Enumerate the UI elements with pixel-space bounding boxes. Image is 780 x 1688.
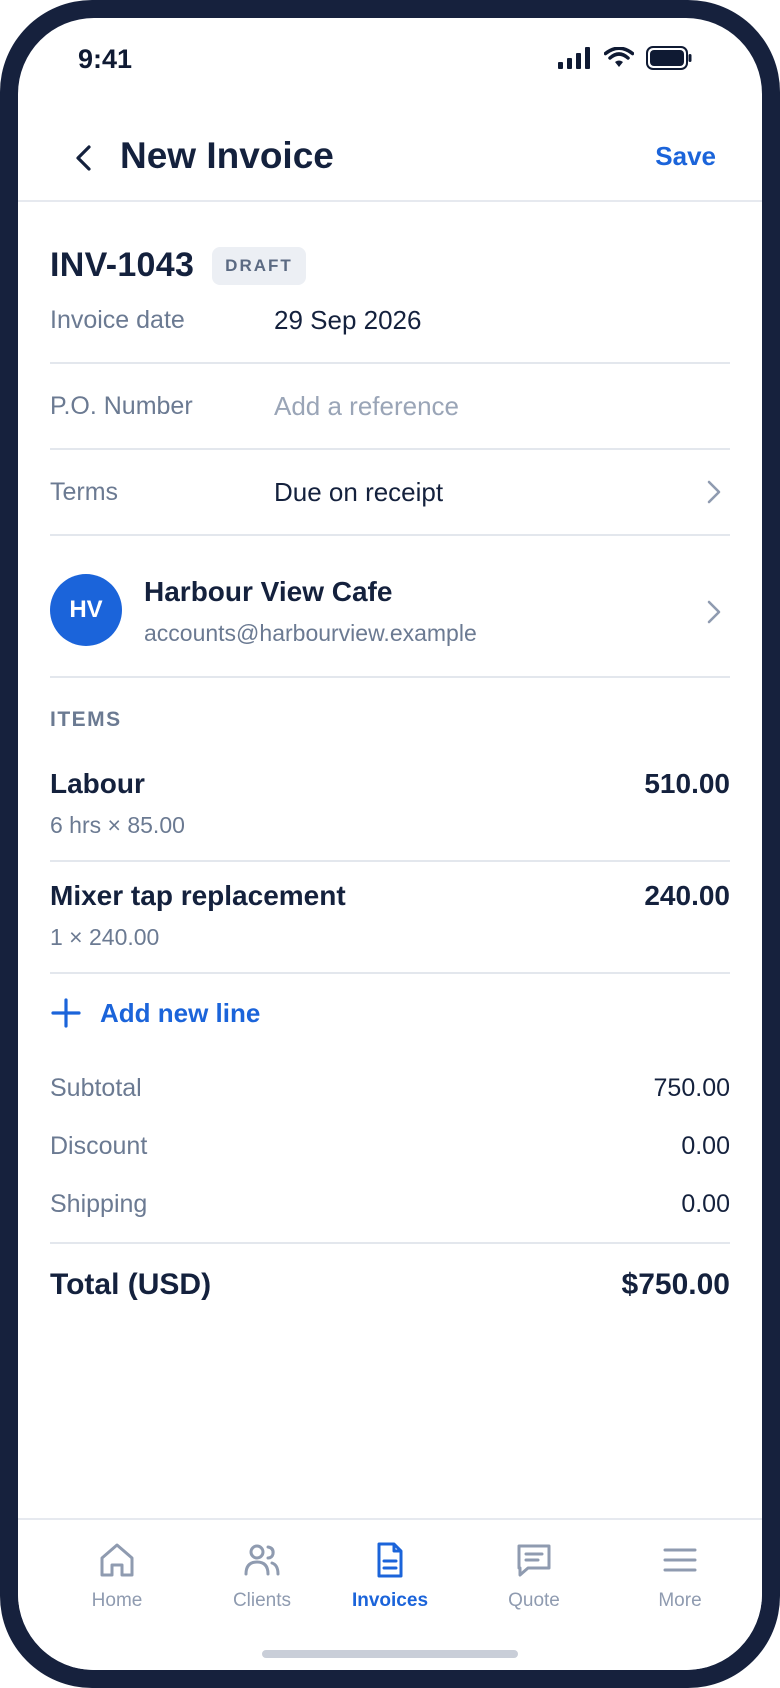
subtotal-label: Subtotal (50, 1074, 142, 1102)
wifi-icon (604, 47, 634, 67)
nav-item-more[interactable]: More (620, 1540, 740, 1630)
device-frame: 9:41 New Invoice Save INV-1043 DRAFT Inv… (0, 0, 780, 1688)
app-screen: 9:41 New Invoice Save INV-1043 DRAFT Inv… (18, 18, 762, 1670)
shipping-row[interactable]: Shipping 0.00 (50, 1184, 730, 1224)
po-number-row[interactable]: P.O. Number Add a reference (50, 364, 730, 450)
terms-value[interactable]: Due on receipt (274, 477, 443, 508)
bottom-nav: Home Clients Invoices Quote More (18, 1518, 762, 1670)
app-header: New Invoice Save (18, 118, 762, 200)
nav-label-quote: Quote (508, 1590, 560, 1611)
po-number-label: P.O. Number (50, 392, 193, 420)
client-avatar: HV (50, 574, 122, 646)
battery-icon (646, 46, 692, 70)
total-divider (50, 1242, 730, 1244)
client-name: Harbour View Cafe (144, 576, 393, 607)
discount-value[interactable]: 0.00 (681, 1132, 730, 1161)
total-value: $750.00 (621, 1268, 730, 1301)
discount-row[interactable]: Discount 0.00 (50, 1126, 730, 1166)
line-item-detail: 6 hrs × 85.00 (50, 812, 185, 838)
home-indicator[interactable] (262, 1650, 518, 1658)
terms-row[interactable]: Terms Due on receipt (50, 450, 730, 536)
items-section-label: ITEMS (50, 708, 122, 731)
line-item-name: Mixer tap replacement (50, 880, 346, 911)
save-button[interactable]: Save (655, 141, 716, 172)
nav-label-invoices: Invoices (351, 1590, 429, 1611)
plus-icon (51, 998, 81, 1028)
add-line-label: Add new line (100, 997, 261, 1028)
chevron-right-icon (707, 480, 721, 504)
line-item-amount: 510.00 (644, 768, 730, 799)
home-icon (100, 1543, 134, 1577)
page-title: New Invoice (120, 135, 334, 176)
shipping-label: Shipping (50, 1190, 148, 1218)
nav-item-clients[interactable]: Clients (202, 1540, 322, 1630)
nav-label-clients: Clients (232, 1590, 292, 1611)
status-bar: 9:41 (18, 18, 762, 98)
client-row[interactable]: HV Harbour View Cafe accounts@harbourvie… (50, 548, 730, 678)
nav-label-more: More (658, 1590, 702, 1611)
po-number-input[interactable]: Add a reference (274, 391, 459, 422)
client-email: accounts@harbourview.example (144, 620, 477, 646)
shipping-value[interactable]: 0.00 (681, 1190, 730, 1219)
status-time: 9:41 (78, 44, 133, 74)
line-item-detail: 1 × 240.00 (50, 924, 160, 950)
invoice-date-label: Invoice date (50, 306, 185, 334)
signal-icon (558, 47, 590, 69)
users-icon (244, 1544, 280, 1576)
header-divider (18, 200, 762, 202)
nav-item-quote[interactable]: Quote (474, 1540, 594, 1630)
line-item-name: Labour (50, 768, 145, 799)
invoice-date-value[interactable]: 29 Sep 2026 (274, 305, 421, 336)
nav-item-invoices[interactable]: Invoices (330, 1540, 450, 1630)
nav-item-home[interactable]: Home (57, 1540, 177, 1630)
invoice-date-row[interactable]: Invoice date 29 Sep 2026 (50, 278, 730, 364)
line-item-amount: 240.00 (644, 880, 730, 911)
line-item[interactable]: Labour 6 hrs × 85.00 510.00 (50, 750, 730, 862)
line-item[interactable]: Mixer tap replacement 1 × 240.00 240.00 (50, 862, 730, 974)
nav-label-home: Home (91, 1590, 143, 1611)
document-icon (377, 1542, 403, 1578)
menu-icon (663, 1548, 697, 1572)
terms-label: Terms (50, 478, 119, 506)
status-icons (558, 46, 692, 70)
total-label: Total (USD) (50, 1268, 212, 1301)
back-button[interactable] (58, 132, 110, 184)
chevron-right-icon (707, 600, 721, 624)
chat-icon (517, 1544, 551, 1577)
chevron-left-icon (76, 145, 91, 171)
total-row: Total (USD) $750.00 (50, 1268, 730, 1318)
subtotal-value: 750.00 (653, 1074, 730, 1102)
subtotal-row: Subtotal 750.00 (50, 1068, 730, 1108)
add-line-button[interactable]: Add new line (50, 988, 260, 1038)
discount-label: Discount (50, 1132, 148, 1160)
